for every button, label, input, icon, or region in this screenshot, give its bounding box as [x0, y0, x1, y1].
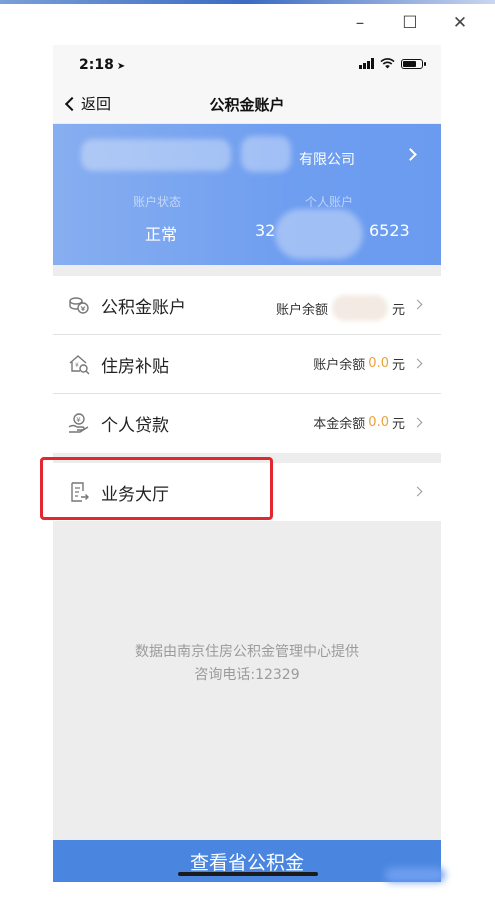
list-item-provident-fund[interactable]: 公积金账户 账户余额 元 — [53, 276, 441, 335]
balance-prefix: 本金余额 — [313, 417, 366, 432]
svg-text:¥: ¥ — [75, 362, 79, 369]
balance-amount: 0.0 — [368, 356, 389, 371]
list-item-balance: 账户余额 元 — [276, 295, 405, 321]
chevron-right-icon — [412, 486, 423, 497]
list-item-balance: 本金余额 0.0 元 — [313, 413, 405, 432]
loan-hand-icon: ¥ — [68, 413, 89, 433]
house-subsidy-icon: ¥ — [69, 355, 90, 375]
chevron-right-icon — [412, 417, 423, 428]
company-name: 有限公司 — [299, 152, 355, 168]
list-item-balance: 账户余额 0.0 元 — [313, 354, 405, 373]
account-number-suffix: 6523 — [369, 221, 410, 240]
home-indicator — [178, 872, 318, 876]
account-status-value: 正常 — [145, 225, 178, 244]
app-window: – ☐ ✕ 2:18 ➤ 返回 公积金账户 有限公司 账户状态 个人账户 正常 … — [0, 0, 495, 903]
minimize-button[interactable]: – — [335, 8, 385, 38]
window-top-strip — [0, 0, 495, 4]
balance-unit: 元 — [391, 302, 405, 318]
data-source-note: 数据由南京住房公积金管理中心提供 咨询电话:12329 — [53, 641, 441, 687]
list-item-label: 住房补贴 — [101, 357, 169, 377]
status-icons — [359, 58, 426, 69]
maximize-button[interactable]: ☐ — [385, 8, 435, 38]
data-source-text: 数据由南京住房公积金管理中心提供 — [135, 644, 359, 660]
list-item-personal-loan[interactable]: ¥ 个人贷款 本金余额 0.0 元 — [53, 394, 441, 453]
redacted-balance — [331, 295, 388, 321]
svg-text:¥: ¥ — [76, 416, 81, 424]
redacted-company-name-2 — [241, 136, 291, 172]
chevron-right-icon — [412, 358, 423, 369]
hotline-text: 咨询电话:12329 — [194, 667, 300, 683]
list-item-label: 个人贷款 — [101, 416, 169, 436]
wifi-icon — [380, 58, 395, 69]
signal-icon — [359, 58, 374, 69]
personal-account-label: 个人账户 — [305, 195, 354, 209]
status-time-text: 2:18 — [79, 57, 114, 73]
page-title: 公积金账户 — [209, 96, 285, 114]
account-list: 公积金账户 账户余额 元 ¥ 住房补贴 账户余额 0.0 元 ¥ 个人贷款 本金… — [53, 276, 441, 453]
chevron-right-icon — [412, 299, 423, 310]
chevron-right-icon — [404, 148, 417, 161]
decorative-smear — [385, 868, 445, 882]
redacted-company-name — [81, 139, 231, 171]
nav-bar: 返回 公积金账户 — [53, 85, 441, 123]
status-time: 2:18 ➤ — [79, 57, 125, 73]
list-item-label: 公积金账户 — [101, 298, 186, 318]
coins-icon — [69, 297, 89, 314]
balance-unit: 元 — [391, 358, 405, 373]
location-arrow-icon: ➤ — [116, 61, 126, 72]
window-controls: – ☐ ✕ — [335, 8, 485, 38]
battery-icon — [401, 58, 426, 69]
balance-amount: 0.0 — [368, 415, 389, 430]
account-card[interactable]: 有限公司 账户状态 个人账户 正常 32 6523 — [53, 124, 441, 265]
balance-prefix: 账户余额 — [275, 302, 328, 318]
balance-prefix: 账户余额 — [313, 358, 366, 373]
highlight-annotation — [40, 457, 273, 520]
status-bar: 2:18 ➤ — [53, 45, 441, 85]
list-item-housing-subsidy[interactable]: ¥ 住房补贴 账户余额 0.0 元 — [53, 335, 441, 394]
balance-unit: 元 — [391, 417, 405, 432]
close-button[interactable]: ✕ — [435, 8, 485, 38]
bottom-button-label: 查看省公积金 — [189, 851, 304, 874]
account-status-label: 账户状态 — [133, 195, 182, 209]
account-number-prefix: 32 — [255, 221, 276, 240]
redacted-account-number — [275, 209, 363, 259]
